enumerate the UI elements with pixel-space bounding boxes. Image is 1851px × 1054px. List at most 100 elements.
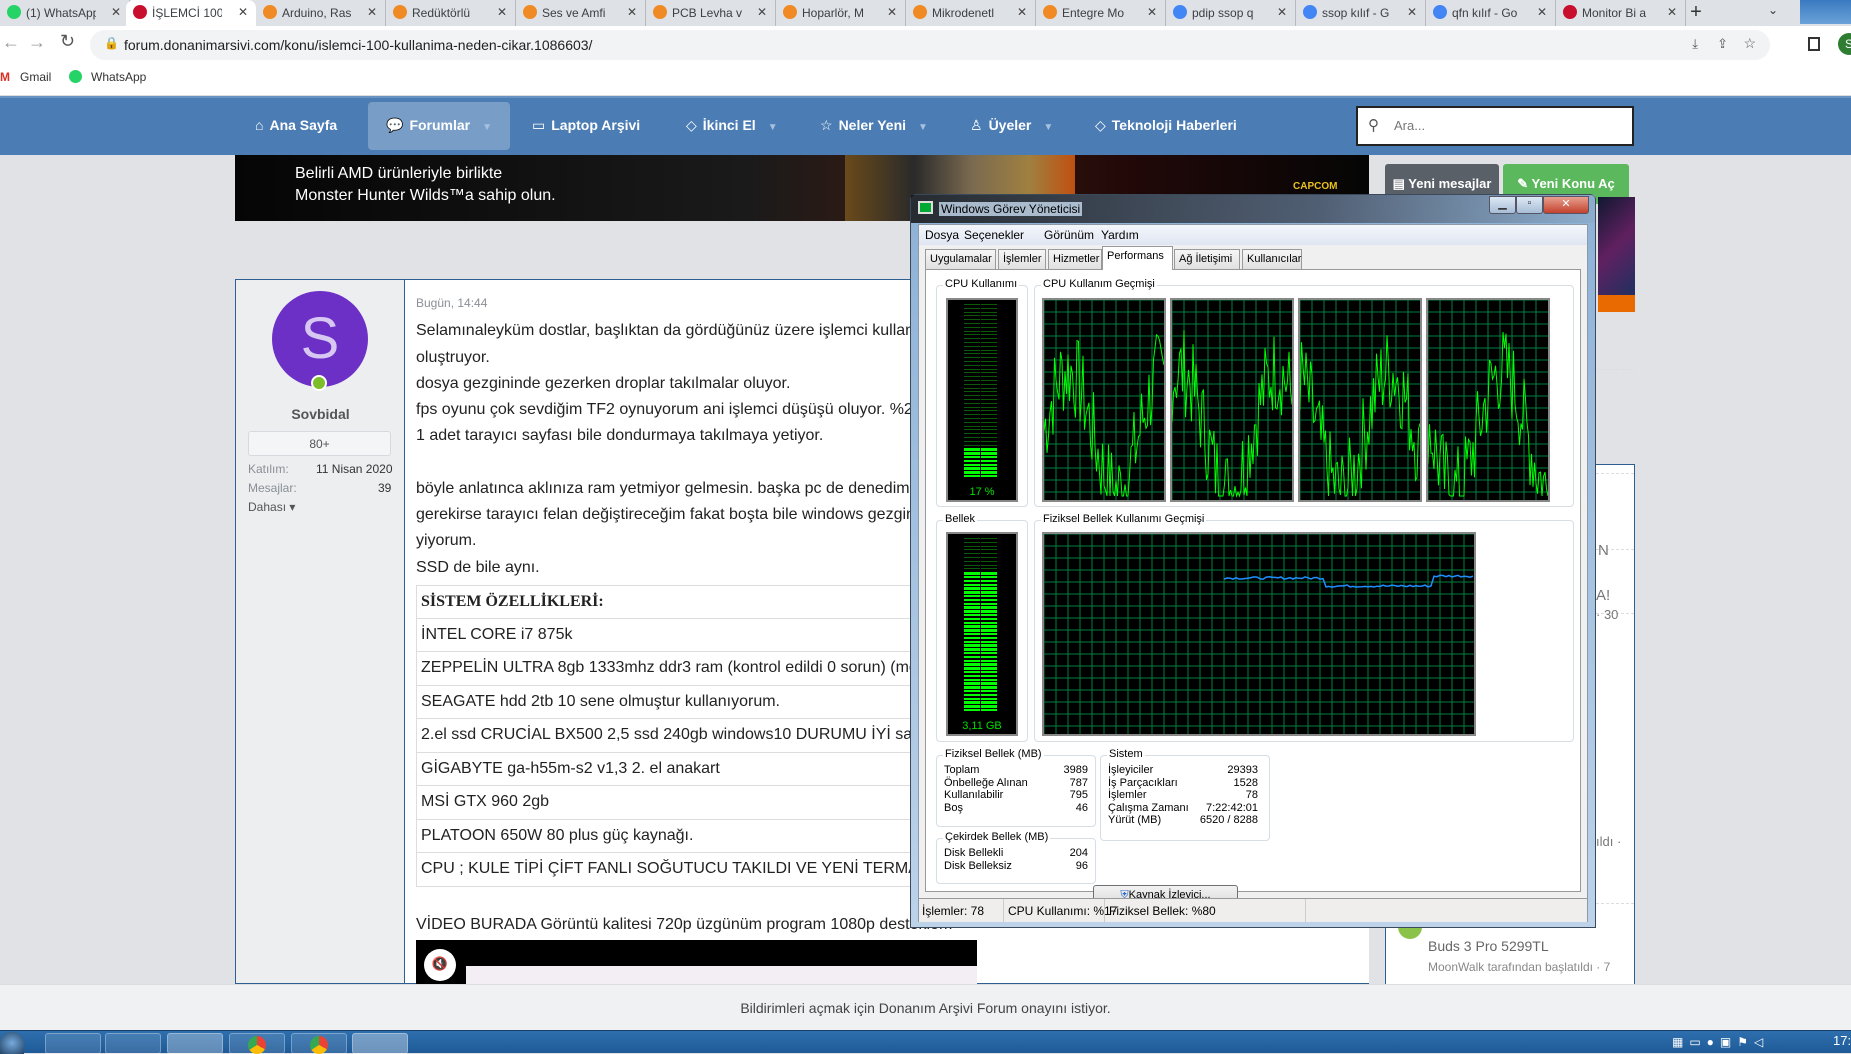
start-button[interactable] [0,1032,24,1054]
thread-title[interactable]: Buds 3 Pro 5299TL [1428,938,1549,954]
browser-tab[interactable]: Mikrodenetl ✕ [906,0,1036,26]
tab-search-button[interactable]: ⌄ [1760,3,1786,23]
maximize-button[interactable]: ▫ [1516,196,1543,214]
meter-segment [981,629,997,632]
meter-segment [964,610,980,613]
stat-value: 96 [1075,859,1088,872]
menu-options[interactable]: Seçenekler [964,228,1024,242]
browser-tab[interactable]: Hoparlör, M ✕ [776,0,906,26]
edit-icon: ✎ [1517,176,1532,191]
nav-second-hand[interactable]: ◇ İkinci El ▼ [686,98,778,155]
taskbar-task-manager[interactable] [352,1033,408,1054]
share-icon[interactable]: ⇪ [1717,36,1728,52]
title-bar[interactable]: Windows Görev Yöneticisi ▁ ▫ ✕ [911,195,1595,223]
close-tab-icon[interactable]: ✕ [1667,5,1677,19]
tab-processes[interactable]: İşlemler [998,249,1046,269]
close-tab-icon[interactable]: ✕ [887,5,897,19]
taskbar-app[interactable] [45,1033,101,1054]
browser-tab[interactable]: Arduino, Ras ✕ [256,0,386,26]
sidebar-fragment[interactable]: A! [1596,587,1610,604]
windows-taskbar: ▦▭●▣⚑◁ 17: [0,1030,1851,1054]
taskbar-explorer[interactable] [167,1033,223,1054]
close-button[interactable]: ✕ [1543,196,1589,214]
new-tab-button[interactable]: + [1683,1,1709,25]
username[interactable]: Sovbidal [236,406,405,422]
chevron-down-icon[interactable]: ▼ [768,122,778,133]
menu-view[interactable]: Görünüm [1044,228,1094,242]
taskbar-app[interactable] [105,1033,161,1054]
bookmark-whatsapp[interactable]: WhatsApp [91,70,146,84]
search-input[interactable]: ⚲ Ara... [1356,106,1634,146]
menu-help[interactable]: Yardım [1101,228,1139,242]
video-player[interactable]: 🔇 [416,940,977,984]
cpu-core-graph [1042,298,1166,502]
bookmark-star-icon[interactable]: ☆ [1743,35,1756,52]
browser-tab[interactable]: ssop kılıf - G ✕ [1296,0,1426,26]
nav-whats-new[interactable]: ☆ Neler Yeni ▼ [820,98,928,155]
meter-segment [964,467,980,470]
nav-members[interactable]: ♙ Üyeler ▼ [970,98,1053,155]
address-bar[interactable]: 🔒 forum.donanimarsivi.com/konu/islemci-1… [90,30,1770,60]
install-icon[interactable]: ⤓ [1692,36,1698,52]
sidebar-fragment[interactable]: N [1598,542,1609,559]
avatar[interactable]: S [272,291,368,387]
forward-icon[interactable]: → [28,32,46,53]
post-paragraph: 1 adet tarayıcı sayfası bile dondurmaya … [416,427,824,444]
browser-tab[interactable]: (1) WhatsApp ✕ [0,0,130,26]
close-tab-icon[interactable]: ✕ [111,5,121,19]
close-tab-icon[interactable]: ✕ [1537,5,1547,19]
tab-users[interactable]: Kullanıcılar [1242,249,1302,269]
close-tab-icon[interactable]: ✕ [367,5,377,19]
mute-icon[interactable]: 🔇 [424,949,456,981]
donanimarsivi-icon [133,5,147,19]
close-tab-icon[interactable]: ✕ [1017,5,1027,19]
close-tab-icon[interactable]: ✕ [1277,5,1287,19]
nav-laptop-archive[interactable]: ▭ Laptop Arşivi [532,98,640,155]
sidebar-fragment: ıldı · [1596,834,1622,849]
window-controls[interactable] [1800,0,1851,24]
meter-segment [981,425,997,427]
close-tab-icon[interactable]: ✕ [757,5,767,19]
reload-icon[interactable]: ↻ [60,31,75,52]
cpu-core-graph [1298,298,1422,502]
browser-tab[interactable]: İŞLEMCİ 100 ✕ [126,0,256,26]
bookmark-gmail[interactable]: Gmail [20,70,51,84]
taskbar-chrome[interactable] [291,1033,347,1054]
tab-services[interactable]: Hizmetler [1048,249,1102,269]
close-tab-icon[interactable]: ✕ [238,5,248,19]
chevron-down-icon[interactable]: ▼ [1043,122,1053,133]
close-tab-icon[interactable]: ✕ [1407,5,1417,19]
close-tab-icon[interactable]: ✕ [497,5,507,19]
tab-applications[interactable]: Uygulamalar [925,249,996,269]
clock[interactable]: 17: [1833,1033,1851,1048]
menu-file[interactable]: Dosya [925,228,959,242]
nav-home[interactable]: ⌂ Ana Sayfa [255,98,337,155]
browser-tab[interactable]: Entegre Mo ✕ [1036,0,1166,26]
nav-forums[interactable]: 💬 Forumlar ▼ [368,102,510,150]
more-dropdown[interactable]: Dahası ▾ [248,500,295,514]
post-time[interactable]: Bugün, 14:44 [416,296,487,310]
notification-bar[interactable]: Bildirimleri açmak için Donanım Arşivi F… [0,984,1851,1030]
post-paragraph: fps oyunu çok sevdiğim TF2 oynuyorum ani… [416,401,945,418]
task-manager-window[interactable]: Windows Görev Yöneticisi ▁ ▫ ✕ Dosya Seç… [910,194,1596,928]
browser-tab[interactable]: Redüktörlü ✕ [386,0,516,26]
browser-tab[interactable]: pdip ssop q ✕ [1166,0,1296,26]
close-tab-icon[interactable]: ✕ [1147,5,1157,19]
back-icon[interactable]: ← [2,32,20,53]
taskbar-chrome[interactable] [229,1033,285,1054]
minimize-button[interactable]: ▁ [1489,196,1516,214]
browser-tab[interactable]: Ses ve Amfi ✕ [516,0,646,26]
nav-tech-news[interactable]: ◇ Teknoloji Haberleri [1095,98,1237,155]
close-tab-icon[interactable]: ✕ [627,5,637,19]
chevron-down-icon[interactable]: ▼ [918,122,928,133]
tab-performance[interactable]: Performans [1102,246,1173,270]
browser-tab[interactable]: PCB Levha v ✕ [646,0,776,26]
side-panel-icon[interactable] [1808,37,1820,51]
chevron-down-icon[interactable]: ▼ [482,122,492,133]
meter-segment [964,636,980,640]
tab-networking[interactable]: Ağ İletişimi [1174,249,1240,269]
browser-tab[interactable]: Monitor Bi a ✕ [1556,0,1686,26]
side-ad-image[interactable] [1598,197,1635,295]
browser-tab[interactable]: qfn kılıf - Go ✕ [1426,0,1556,26]
tray-icons[interactable]: ▦▭●▣⚑◁ [1672,1035,1769,1049]
